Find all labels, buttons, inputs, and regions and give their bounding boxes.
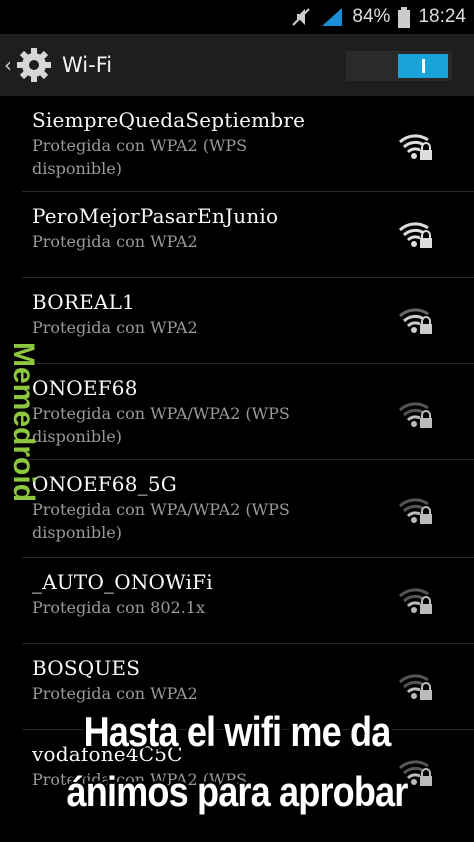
network-name: ONOEF68	[32, 376, 138, 400]
wifi-locked-weak-icon	[398, 588, 432, 614]
network-item[interactable]: PeroMejorPasarEnJunio Protegida con WPA2	[22, 192, 474, 278]
meme-caption-line-2: ánimos para aprobar	[66, 768, 409, 815]
wifi-toggle-knob	[398, 54, 448, 78]
battery-icon	[398, 7, 411, 28]
network-item[interactable]: ONOEF68 Protegida con WPA/WPA2 (WPS disp…	[22, 364, 474, 460]
wifi-locked-weak-icon	[398, 498, 432, 524]
signal-icon	[322, 8, 343, 26]
wifi-locked-strong-icon	[398, 222, 432, 248]
back-caret-icon[interactable]: ‹	[4, 53, 12, 77]
memedroid-watermark: Memedroid	[7, 342, 40, 500]
clock: 18:24	[418, 6, 466, 27]
wifi-locked-weak-icon	[398, 674, 432, 700]
network-security: Protegida con WPA2	[32, 318, 198, 337]
network-name: ONOEF68_5G	[32, 472, 177, 496]
page-title: Wi-Fi	[62, 53, 113, 77]
meme-caption-line-1: Hasta el wifi me da	[83, 708, 392, 755]
muted-icon	[292, 8, 311, 26]
settings-gear-icon[interactable]	[14, 45, 54, 85]
wifi-locked-weak-icon	[398, 402, 432, 428]
network-security: Protegida con WPA2 (WPS disponible)	[32, 136, 248, 178]
network-item[interactable]: _AUTO_ONOWiFi Protegida con 802.1x	[22, 558, 474, 644]
network-item[interactable]: ONOEF68_5G Protegida con WPA/WPA2 (WPS d…	[22, 460, 474, 558]
network-item[interactable]: SiempreQuedaSeptiembre Protegida con WPA…	[22, 96, 474, 192]
wifi-toggle[interactable]	[346, 51, 452, 81]
network-name: SiempreQuedaSeptiembre	[32, 108, 306, 132]
network-item[interactable]: BOREAL1 Protegida con WPA2	[22, 278, 474, 364]
network-security: Protegida con WPA2	[32, 232, 198, 251]
network-security: Protegida con WPA/WPA2 (WPS disponible)	[32, 500, 290, 542]
watermark-text: Memedroid	[7, 342, 40, 500]
action-bar: ‹ Wi-Fi	[0, 34, 474, 96]
battery-percent: 84%	[352, 6, 391, 27]
network-security: Protegida con 802.1x	[32, 598, 205, 617]
wifi-locked-medium-icon	[398, 308, 432, 334]
wifi-locked-strong-icon	[398, 134, 432, 160]
network-security: Protegida con WPA2	[32, 684, 198, 703]
status-bar: 84% 18:24	[0, 0, 474, 34]
network-security: Protegida con WPA/WPA2 (WPS disponible)	[32, 404, 290, 446]
